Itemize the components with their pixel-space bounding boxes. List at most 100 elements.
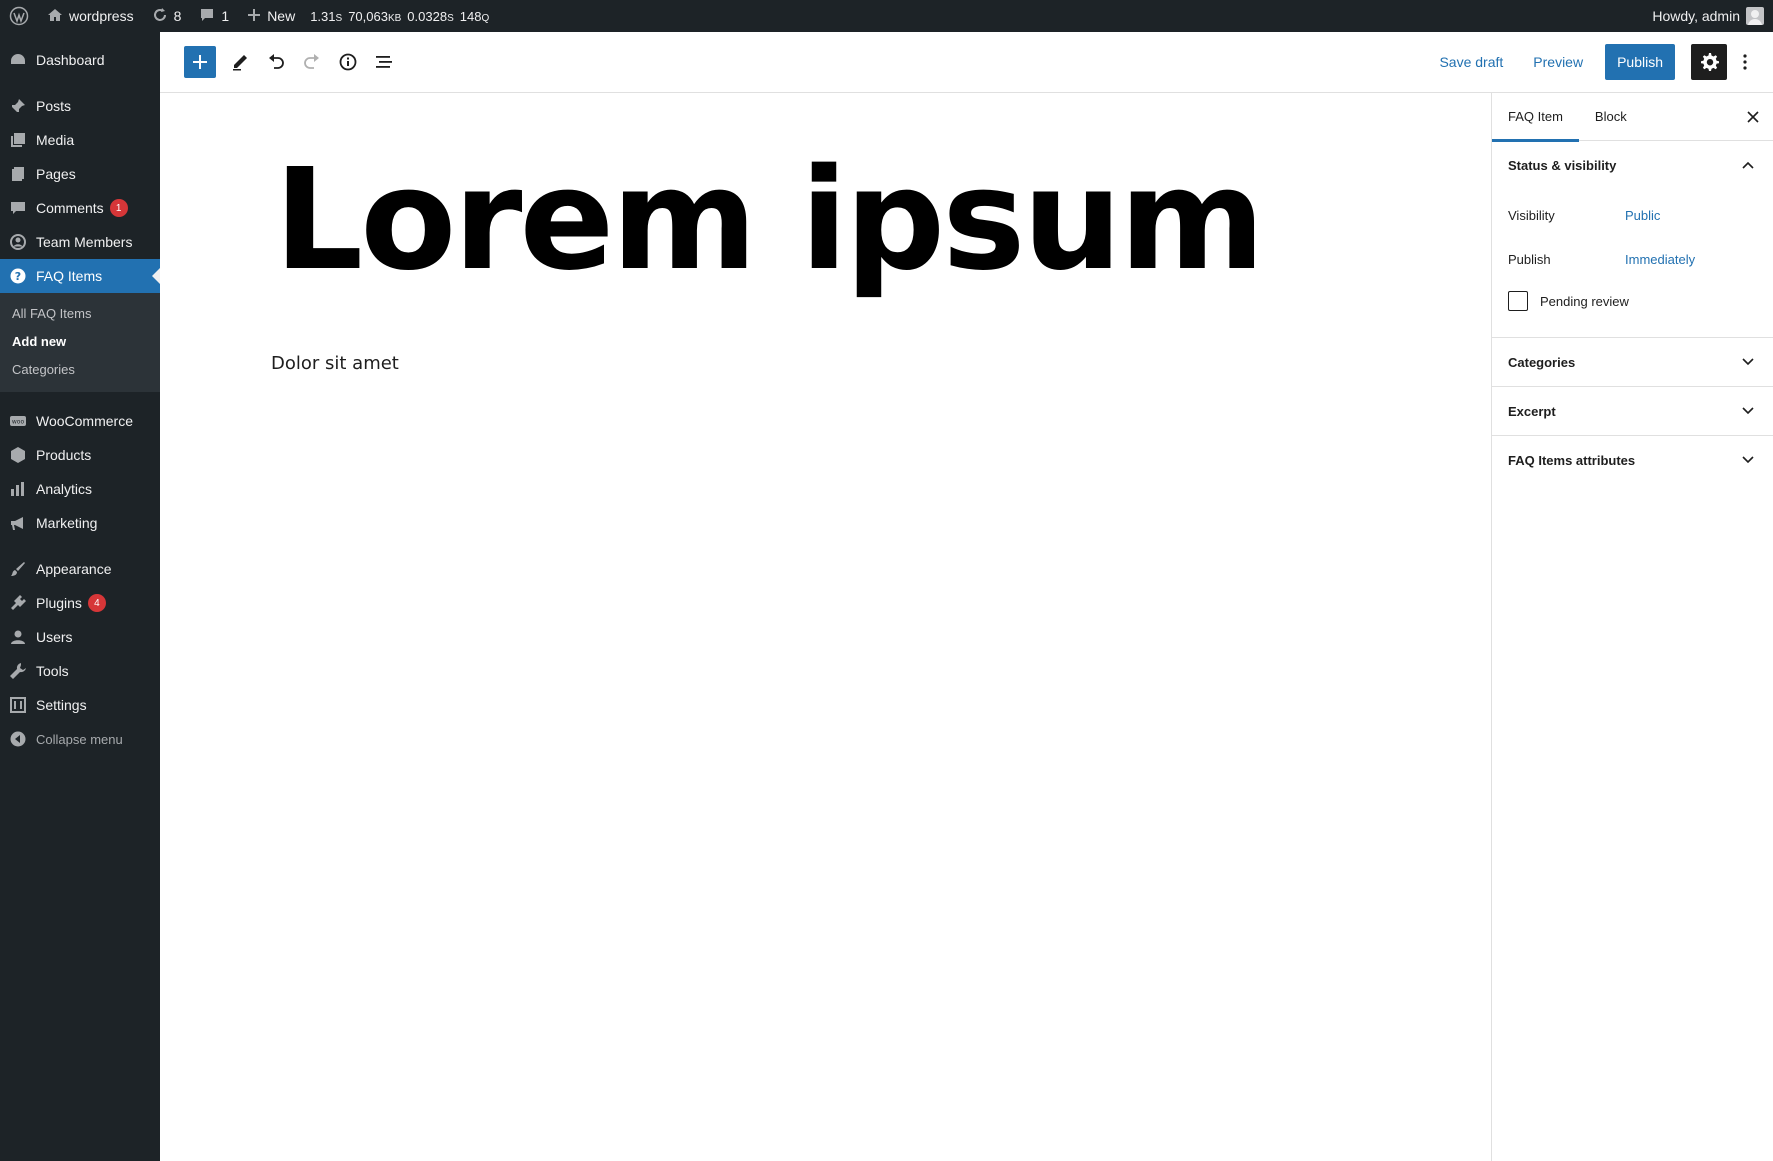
sidebar-item-woocommerce[interactable]: woo WooCommerce [0,404,160,438]
preview-button[interactable]: Preview [1521,44,1595,80]
megaphone-icon [8,513,28,533]
pending-review-label[interactable]: Pending review [1540,294,1629,309]
updates-link[interactable]: 8 [143,0,191,32]
sidebar-item-label: Posts [36,98,72,114]
sidebar-item-label: Collapse menu [36,731,123,747]
sidebar-item-label: Pages [36,166,76,182]
site-name-link[interactable]: wordpress [38,0,143,32]
sidebar-item-posts[interactable]: Posts [0,89,160,123]
svg-text:woo: woo [12,419,25,426]
sidebar-item-products[interactable]: Products [0,438,160,472]
sidebar-item-users[interactable]: Users [0,620,160,654]
sidebar-item-marketing[interactable]: Marketing [0,506,160,540]
sidebar-item-comments[interactable]: Comments 1 [0,191,160,225]
list-view-button[interactable] [366,44,402,80]
section-title: Categories [1508,354,1576,370]
wordpress-logo-icon[interactable] [0,0,38,32]
new-content-link[interactable]: New [238,0,304,32]
submenu-all-faq-items[interactable]: All FAQ Items [0,300,160,328]
my-account-link[interactable]: Howdy, admin [1643,0,1773,32]
admin-bar: wordpress 8 1 New 1.31s 70,063kB 0.0328s… [0,0,1773,32]
sidebar-item-label: Tools [36,663,69,679]
admin-sidebar: Dashboard Posts Media Pages Comments 1 T… [0,32,160,1161]
categories-toggle[interactable]: Categories [1492,338,1773,386]
post-title[interactable]: Lorem ipsum [274,141,1265,301]
sidebar-item-appearance[interactable]: Appearance [0,552,160,586]
sidebar-item-label: Settings [36,697,87,713]
excerpt-panel: Excerpt [1492,387,1773,436]
collapse-menu-button[interactable]: Collapse menu [0,722,160,756]
user-icon [8,627,28,647]
visibility-toggle[interactable]: Public [1625,208,1660,223]
publish-row: Publish Immediately [1508,237,1757,281]
settings-toggle-button[interactable] [1691,44,1727,80]
sidebar-item-label: Dashboard [36,52,105,68]
pending-review-row: Pending review [1508,281,1757,321]
edit-mode-button[interactable] [222,44,258,80]
save-draft-button[interactable]: Save draft [1427,44,1515,80]
submenu-categories[interactable]: Categories [0,356,160,384]
sidebar-item-label: Team Members [36,234,133,250]
home-icon [47,7,63,26]
sidebar-item-tools[interactable]: Tools [0,654,160,688]
close-settings-button[interactable] [1733,93,1773,141]
categories-panel: Categories [1492,338,1773,387]
plus-icon [247,8,261,25]
publish-button[interactable]: Publish [1605,44,1675,80]
publish-date-toggle[interactable]: Immediately [1625,252,1695,267]
more-options-button[interactable] [1733,44,1757,80]
query-monitor-stats[interactable]: 1.31s 70,063kB 0.0328s 148q [304,0,495,32]
settings-sidebar: FAQ Item Block Status & visibility Visib… [1491,93,1773,1161]
add-block-button[interactable] [184,46,216,78]
excerpt-toggle[interactable]: Excerpt [1492,387,1773,435]
sidebar-item-analytics[interactable]: Analytics [0,472,160,506]
sidebar-item-faq-items[interactable]: ? FAQ Items [0,259,160,293]
tab-block[interactable]: Block [1579,93,1643,141]
submenu-add-new[interactable]: Add new [0,328,160,356]
redo-icon [304,54,319,69]
comments-link[interactable]: 1 [190,0,238,32]
sidebar-item-dashboard[interactable]: Dashboard [0,43,160,77]
redo-button[interactable] [294,44,330,80]
faq-attributes-toggle[interactable]: FAQ Items attributes [1492,436,1773,484]
pushpin-icon [8,96,28,116]
woocommerce-icon: woo [8,411,28,431]
plus-icon [193,55,207,69]
undo-icon [269,54,284,69]
sidebar-item-team-members[interactable]: Team Members [0,225,160,259]
settings-sliders-icon [8,695,28,715]
tab-faq-item[interactable]: FAQ Item [1492,93,1579,142]
plugins-badge: 4 [87,594,106,612]
sidebar-item-label: Products [36,447,92,463]
sidebar-item-media[interactable]: Media [0,123,160,157]
visibility-row: Visibility Public [1508,193,1757,237]
sidebar-item-label: Analytics [36,481,93,497]
pending-review-checkbox[interactable] [1508,291,1528,311]
sidebar-item-label: WooCommerce [36,413,133,429]
undo-button[interactable] [258,44,294,80]
media-icon [8,130,28,150]
status-visibility-toggle[interactable]: Status & visibility [1492,141,1773,189]
sidebar-item-label: Users [36,629,73,645]
faq-attributes-panel: FAQ Items attributes [1492,436,1773,484]
help-icon: ? [8,266,28,286]
comments-badge: 1 [109,199,128,217]
stat-memory: 70,063kB [348,8,402,24]
sidebar-item-settings[interactable]: Settings [0,688,160,722]
sidebar-item-label: Comments [36,200,104,216]
stat-time: 1.31s [310,8,343,24]
chevron-down-icon [1739,402,1757,420]
pages-icon [8,164,28,184]
sidebar-item-label: Appearance [36,561,112,577]
gear-icon [1701,53,1719,71]
details-button[interactable] [330,44,366,80]
sidebar-item-pages[interactable]: Pages [0,157,160,191]
close-icon [1747,110,1759,123]
stat-queries: 148q [459,8,490,24]
editor-toolbar: Save draft Preview Publish [160,32,1773,93]
svg-text:?: ? [15,270,21,283]
section-title: Status & visibility [1508,157,1617,173]
paragraph-block[interactable]: Dolor sit amet [271,353,399,374]
sidebar-item-plugins[interactable]: Plugins 4 [0,586,160,620]
section-title: FAQ Items attributes [1508,452,1636,468]
